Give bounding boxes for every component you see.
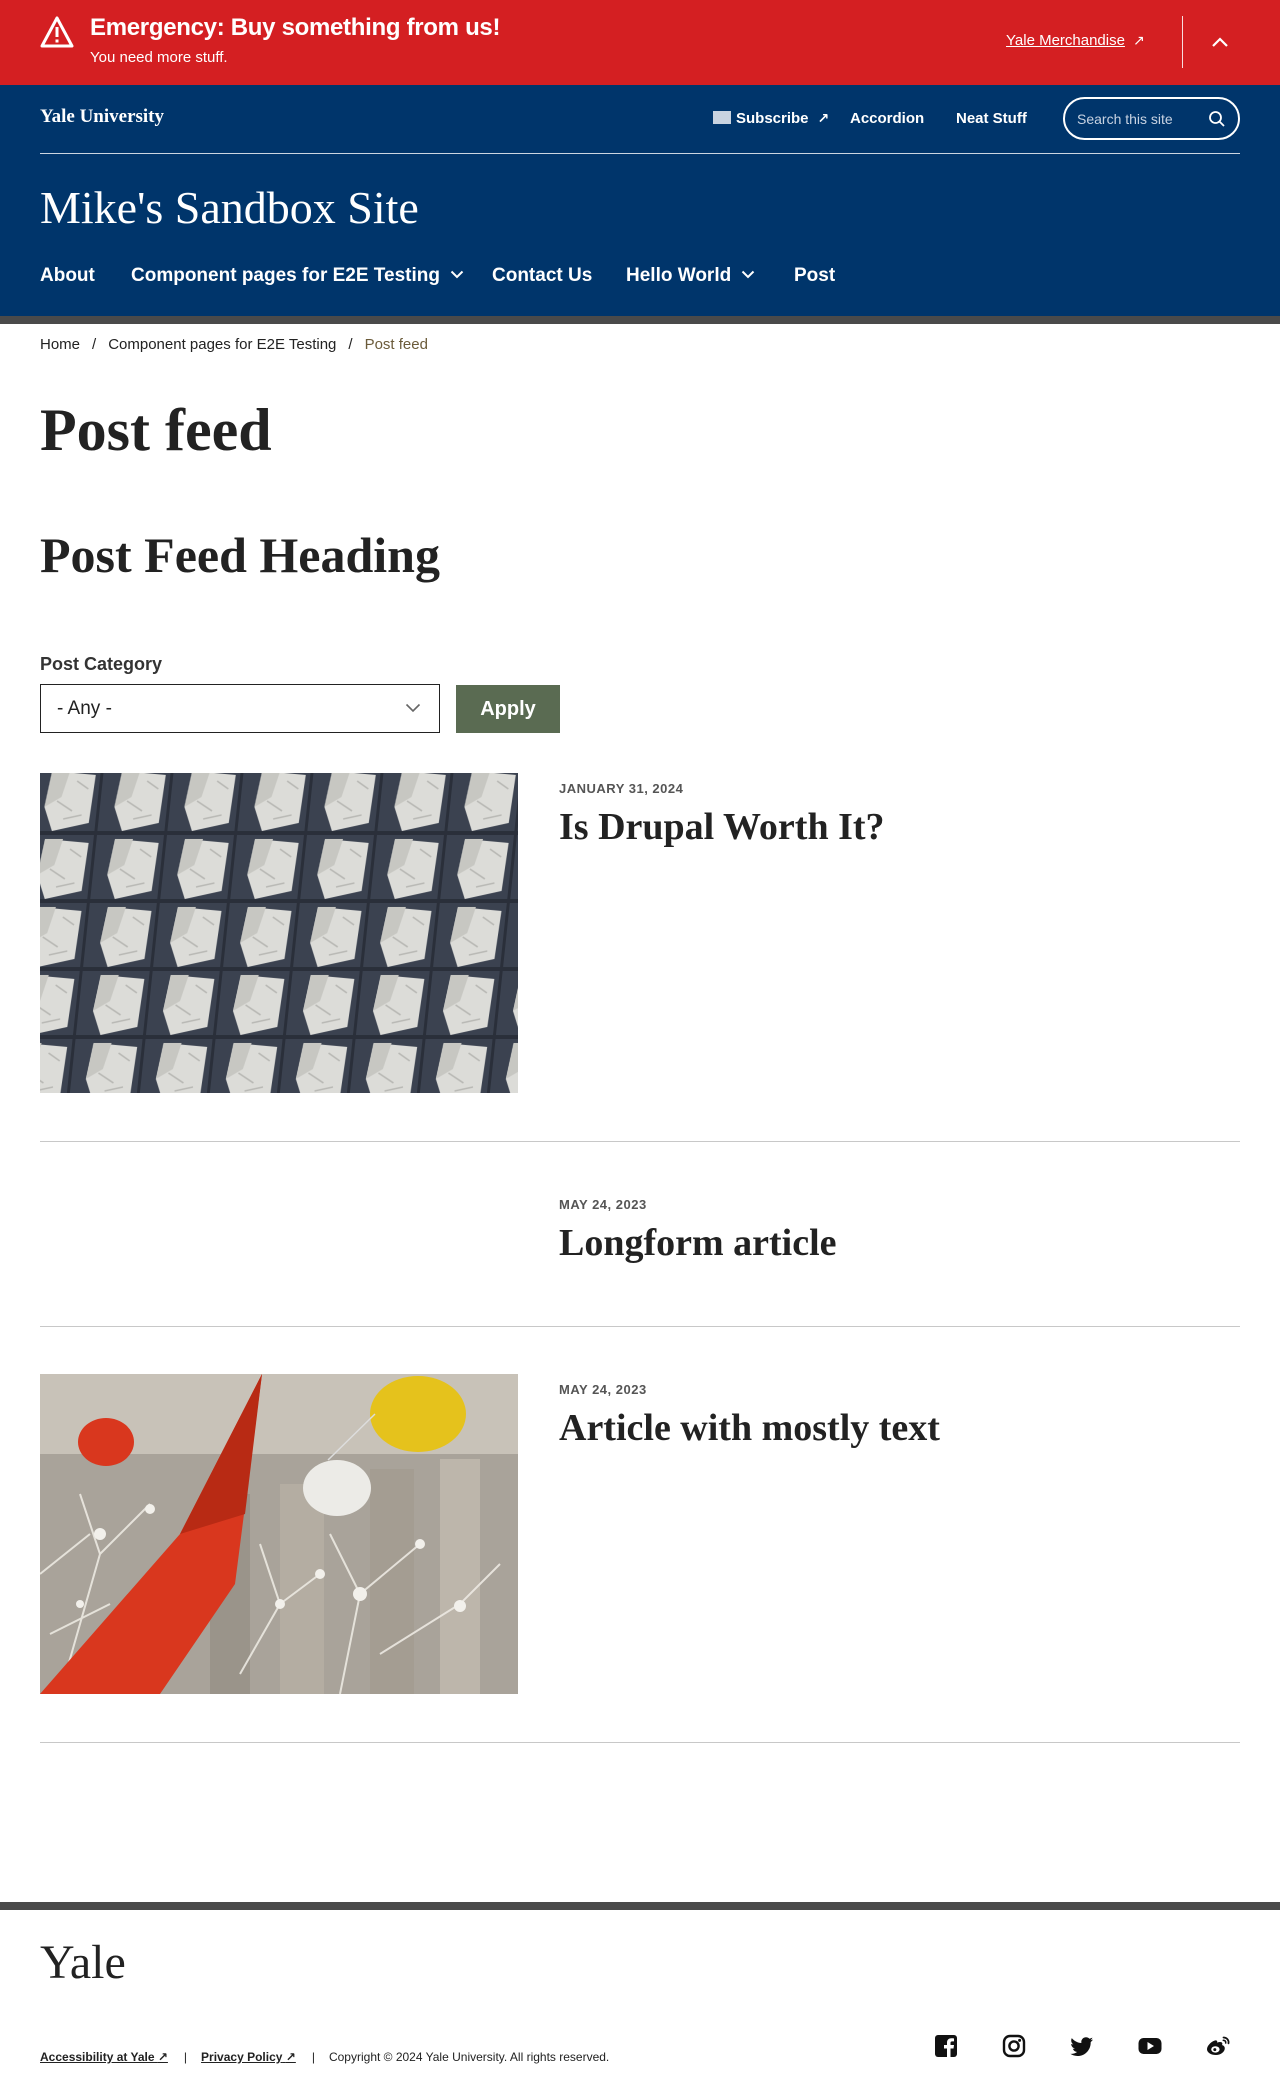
chevron-up-icon <box>1212 37 1228 47</box>
footer-separator: | <box>183 2050 188 2064</box>
search-input[interactable] <box>1077 109 1207 129</box>
breadcrumb: Home / Component pages for E2E Testing / Pos… <box>40 336 428 353</box>
post-image-marble-facade[interactable] <box>40 773 518 1093</box>
post-date: MAY 24, 2023 <box>559 1197 647 1212</box>
nav-item-contact-us[interactable]: Contact Us <box>492 265 592 287</box>
youtube-icon[interactable] <box>1137 2033 1163 2059</box>
post-title-link[interactable]: Longform article <box>559 1221 837 1265</box>
nav-item-component-pages[interactable]: Component pages for E2E Testing <box>131 265 464 287</box>
emergency-alert-banner: Emergency: Buy something from us! You ne… <box>0 0 1280 85</box>
post-date: JANUARY 31, 2024 <box>559 781 684 796</box>
header-bottom-border <box>0 316 1280 324</box>
page-title: Post feed <box>40 397 272 463</box>
chevron-down-icon <box>742 270 755 279</box>
instagram-icon[interactable] <box>1001 2033 1027 2059</box>
nav-item-label: Hello World <box>626 265 732 286</box>
breadcrumb-separator: / <box>92 336 97 353</box>
collapse-alert-button[interactable] <box>1200 22 1240 62</box>
breadcrumb-component-pages[interactable]: Component pages for E2E Testing <box>108 336 336 353</box>
chevron-down-icon <box>405 703 421 713</box>
footer-link-accessibility[interactable]: Accessibility at Yale ↗ <box>40 2050 168 2064</box>
facebook-icon[interactable] <box>933 2033 959 2059</box>
post-title-link[interactable]: Article with mostly text <box>559 1406 940 1450</box>
site-search <box>1063 97 1240 140</box>
marble-facade-image <box>40 773 518 1093</box>
footer-yale-logo[interactable]: Yale <box>40 1935 126 1990</box>
post-category-label: Post Category <box>40 654 163 674</box>
utility-link-accordion[interactable]: Accordion <box>850 110 924 127</box>
breadcrumb-current: Post feed <box>364 336 428 353</box>
subscribe-label: Subscribe <box>736 110 809 127</box>
site-title[interactable]: Mike's Sandbox Site <box>40 181 419 234</box>
footer-link-privacy-policy[interactable]: Privacy Policy ↗ <box>201 2050 296 2064</box>
footer-link-label: Accessibility at Yale <box>40 2050 155 2064</box>
nav-item-hello-world[interactable]: Hello World <box>626 265 755 287</box>
search-icon[interactable] <box>1208 110 1226 128</box>
post-divider <box>40 1326 1240 1327</box>
footer-separator: | <box>311 2050 315 2064</box>
alert-link-yale-merchandise[interactable]: Yale Merchandise ↗ <box>1006 32 1145 49</box>
nav-item-post[interactable]: Post <box>794 265 835 287</box>
alert-title: Emergency: Buy something from us! <box>90 14 501 41</box>
post-title-link[interactable]: Is Drupal Worth It? <box>559 805 885 849</box>
utility-link-subscribe[interactable]: Subscribe ↗ <box>713 110 829 127</box>
post-category-select[interactable]: - Any - <box>40 684 440 733</box>
footer-top-border <box>0 1902 1280 1910</box>
red-sculpture-snow-image <box>40 1374 518 1694</box>
post-divider <box>40 1141 1240 1142</box>
breadcrumb-separator: / <box>348 336 353 353</box>
footer-copyright: Copyright © 2024 Yale University. All ri… <box>328 2050 610 2064</box>
nav-item-label: Component pages for E2E Testing <box>131 265 440 286</box>
yale-university-wordmark[interactable]: Yale University <box>40 106 164 128</box>
external-link-icon: ↗ <box>1132 32 1145 48</box>
header-divider <box>40 153 1240 154</box>
select-value: - Any - <box>57 698 112 719</box>
nav-item-about[interactable]: About <box>40 265 95 287</box>
footer-links: Accessibility at Yale ↗ | Privacy Policy ↗… <box>40 2050 609 2064</box>
alert-link-label: Yale Merchandise <box>1006 32 1125 49</box>
post-date: MAY 24, 2023 <box>559 1382 647 1397</box>
site-header: Yale University Subscribe ↗ Accordion Nea… <box>0 85 1280 316</box>
alert-divider <box>1182 16 1183 68</box>
post-image-red-sculpture[interactable] <box>40 1374 518 1694</box>
warning-icon <box>40 16 74 48</box>
weibo-icon[interactable] <box>1205 2033 1231 2059</box>
apply-button[interactable]: Apply <box>456 685 560 733</box>
alert-subtitle: You need more stuff. <box>90 49 228 66</box>
chevron-down-icon <box>450 270 464 279</box>
utility-link-neat-stuff[interactable]: Neat Stuff <box>956 110 1027 127</box>
external-link-icon: ↗ <box>285 2050 296 2064</box>
post-feed-heading: Post Feed Heading <box>40 527 440 583</box>
footer-link-label: Privacy Policy <box>201 2050 283 2064</box>
breadcrumb-home[interactable]: Home <box>40 336 80 353</box>
external-link-icon: ↗ <box>157 2050 168 2064</box>
envelope-icon <box>713 111 731 124</box>
external-link-icon: ↗ <box>817 110 830 126</box>
post-divider <box>40 1742 1240 1743</box>
twitter-icon[interactable] <box>1069 2033 1095 2059</box>
